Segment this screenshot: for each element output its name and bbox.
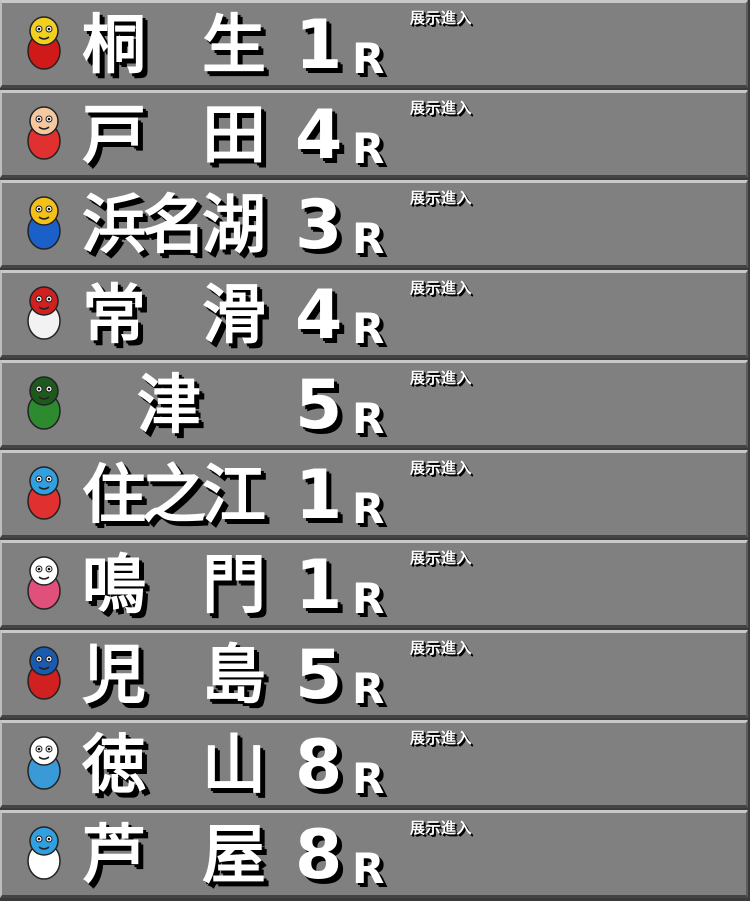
race-row[interactable]: 住之江 1 R 展示進入 [0, 450, 748, 538]
race-row[interactable]: 芦屋 8 R 展示進入 [0, 810, 748, 898]
venue-name-char: 芦 [82, 819, 146, 893]
venue-name-char: 戸 [82, 99, 146, 173]
exhibition-entry-label: 展示進入 [410, 279, 473, 297]
race-number: 4 [295, 96, 343, 175]
race-number: 3 [295, 186, 343, 265]
venue-name-char: 滑 [202, 279, 266, 353]
mascot-tokoname-icon [12, 281, 76, 345]
race-suffix: R [352, 214, 385, 263]
mascot-kiryu-icon [12, 11, 76, 75]
venue-name-char: 住 [82, 459, 146, 533]
race-number: 1 [295, 6, 343, 85]
race-number: 8 [295, 726, 343, 805]
race-suffix: R [352, 124, 385, 173]
race-suffix: R [352, 484, 385, 533]
race-suffix: R [352, 754, 385, 803]
venue-name-char: 津 [137, 369, 201, 443]
venue-name-char: 鳴 [82, 549, 146, 623]
race-list: 桐生 1 R 展示進入戸田 4 R 展示進入浜名湖 3 R 展示進入常滑 4 R 展示進入津 5 R 展示進入… [0, 0, 750, 901]
exhibition-entry-label: 展示進入 [410, 189, 473, 207]
venue-name-char: 浜 [82, 189, 146, 263]
race-suffix: R [352, 304, 385, 353]
race-row[interactable]: 桐生 1 R 展示進入 [0, 0, 748, 88]
race-number: 1 [295, 546, 343, 625]
race-row[interactable]: 常滑 4 R 展示進入 [0, 270, 748, 358]
exhibition-entry-label: 展示進入 [410, 729, 473, 747]
venue-name-char: 湖 [202, 189, 266, 263]
venue-name-char: 門 [202, 549, 266, 623]
venue-name-char: 徳 [82, 729, 146, 803]
race-number: 4 [295, 276, 343, 355]
race-number: 8 [295, 816, 343, 895]
race-number: 5 [295, 636, 343, 715]
race-suffix: R [352, 574, 385, 623]
mascot-naruto-icon [12, 551, 76, 615]
venue-name-char: 桐 [82, 9, 146, 83]
venue-name-char: 名 [142, 189, 206, 263]
race-number: 1 [295, 456, 343, 535]
exhibition-entry-label: 展示進入 [410, 819, 473, 837]
venue-name-char: 島 [202, 639, 266, 713]
mascot-ashiya-icon [12, 821, 76, 885]
mascot-hamanako-icon [12, 191, 76, 255]
race-suffix: R [352, 664, 385, 713]
venue-name-char: 屋 [202, 819, 266, 893]
race-row[interactable]: 浜名湖 3 R 展示進入 [0, 180, 748, 268]
exhibition-entry-label: 展示進入 [410, 639, 473, 657]
race-suffix: R [352, 844, 385, 893]
venue-name-char: 児 [82, 639, 146, 713]
race-number: 5 [295, 366, 343, 445]
venue-name-char: 常 [82, 279, 146, 353]
race-row[interactable]: 津 5 R 展示進入 [0, 360, 748, 448]
race-suffix: R [352, 34, 385, 83]
race-row[interactable]: 戸田 4 R 展示進入 [0, 90, 748, 178]
race-row[interactable]: 鳴門 1 R 展示進入 [0, 540, 748, 628]
venue-name-char: 山 [202, 729, 266, 803]
mascot-tsu-icon [12, 371, 76, 435]
venue-name-char: 江 [202, 459, 266, 533]
mascot-suminoe-icon [12, 461, 76, 525]
venue-name-char: 田 [202, 99, 266, 173]
mascot-toda-icon [12, 101, 76, 165]
exhibition-entry-label: 展示進入 [410, 9, 473, 27]
race-row[interactable]: 徳山 8 R 展示進入 [0, 720, 748, 808]
exhibition-entry-label: 展示進入 [410, 549, 473, 567]
exhibition-entry-label: 展示進入 [410, 369, 473, 387]
exhibition-entry-label: 展示進入 [410, 459, 473, 477]
venue-name-char: 之 [142, 459, 206, 533]
exhibition-entry-label: 展示進入 [410, 99, 473, 117]
venue-name-char: 生 [202, 9, 266, 83]
race-row[interactable]: 児島 5 R 展示進入 [0, 630, 748, 718]
mascot-kojima-icon [12, 641, 76, 705]
mascot-tokuyama-icon [12, 731, 76, 795]
race-suffix: R [352, 394, 385, 443]
